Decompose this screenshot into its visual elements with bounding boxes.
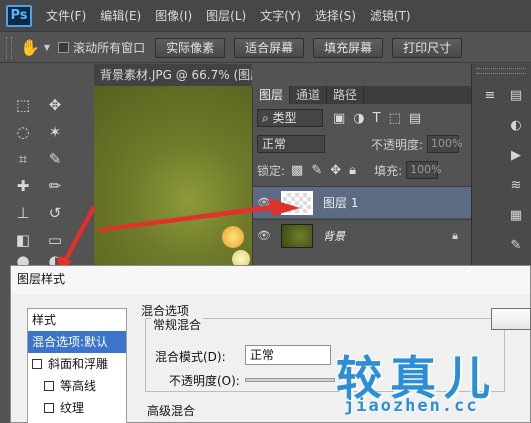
fill-label: 填充: bbox=[374, 163, 403, 178]
style-item-texture[interactable]: 纹理 bbox=[28, 397, 126, 419]
menu-layer[interactable]: 图层(L) bbox=[206, 7, 246, 24]
texture-checkbox[interactable] bbox=[44, 403, 54, 413]
move-tool-icon[interactable]: ✥ bbox=[44, 94, 66, 116]
visibility-eye-icon[interactable]: 👁︎ bbox=[253, 196, 275, 209]
history-panel-icon[interactable]: ▤ bbox=[506, 86, 526, 106]
fit-screen-button[interactable]: 适合屏幕 bbox=[234, 37, 305, 58]
document-canvas[interactable] bbox=[94, 86, 252, 276]
panel-dock: ≡ ▤ ◐ ▶ ≋ ▦ ✎ bbox=[471, 64, 531, 269]
layer-name: 背景 bbox=[323, 229, 345, 243]
blend-mode-label: 混合模式(D): bbox=[155, 350, 226, 364]
healing-brush-tool-icon[interactable]: ✚ bbox=[12, 175, 34, 197]
menu-edit[interactable]: 编辑(E) bbox=[100, 7, 141, 24]
blend-mode-dropdown[interactable]: 正常 bbox=[245, 345, 331, 365]
gradient-tool-icon[interactable]: ▭ bbox=[44, 229, 66, 251]
properties-panel-icon[interactable]: ▦ bbox=[506, 206, 526, 226]
styles-list: 样式 混合选项:默认 斜面和浮雕 等高线 纹理 bbox=[27, 308, 127, 423]
opacity-label: 不透明度: bbox=[371, 137, 424, 152]
pixel-filter-icon[interactable]: ▣ bbox=[333, 111, 345, 126]
watermark: 较真儿 jiaozhen.cc bbox=[326, 340, 531, 423]
actions-panel-icon[interactable]: ▶ bbox=[506, 146, 526, 166]
lock-icon: 🔒︎ bbox=[452, 228, 458, 242]
lock-image-icon[interactable]: ✎ bbox=[311, 163, 322, 178]
hand-tool-icon[interactable]: ✋ bbox=[20, 38, 40, 57]
style-item-contour[interactable]: 等高线 bbox=[28, 375, 126, 397]
toolbox: ⬚ ✥ ◌ ✶ ⌗ ✎ ✚ ✏ ⊥ ↺ ◧ ▭ ● ◐ bbox=[0, 64, 94, 274]
dialog-title: 图层样式 bbox=[11, 266, 530, 294]
menu-file[interactable]: 文件(F) bbox=[46, 7, 86, 24]
smart-object-filter-icon[interactable]: ▤ bbox=[409, 111, 421, 126]
bevel-emboss-checkbox[interactable] bbox=[32, 359, 42, 369]
visibility-eye-icon[interactable]: 👁︎ bbox=[253, 229, 275, 242]
crop-tool-icon[interactable]: ⌗ bbox=[12, 148, 34, 170]
layers-panel: 图层 通道 路径 ⌕ 类型 ▣ ◑ T ⬚ ▤ 正常 不透明度: 100% 锁定… bbox=[252, 86, 472, 266]
layer-kind-label: 类型 bbox=[272, 111, 297, 125]
lock-position-icon[interactable]: ✥ bbox=[330, 163, 341, 178]
tab-channels[interactable]: 通道 bbox=[290, 86, 328, 104]
brush-tool-icon[interactable]: ✏ bbox=[44, 175, 66, 197]
opacity-label: 不透明度(O): bbox=[169, 374, 240, 388]
menu-bar: Ps 文件(F) 编辑(E) 图像(I) 图层(L) 文字(Y) 选择(S) 滤… bbox=[0, 0, 531, 32]
dock-grip[interactable] bbox=[476, 68, 526, 74]
blend-mode-select[interactable]: 正常 bbox=[257, 135, 325, 153]
watermark-url: jiaozhen.cc bbox=[344, 396, 479, 416]
shape-filter-icon[interactable]: ⬚ bbox=[389, 111, 401, 126]
layer-row-layer1[interactable]: 👁︎ 图层 1 bbox=[253, 186, 472, 218]
fill-screen-button[interactable]: 填充屏幕 bbox=[313, 37, 384, 58]
magic-wand-tool-icon[interactable]: ✶ bbox=[44, 121, 66, 143]
layer-thumbnail bbox=[281, 223, 313, 248]
menu-image[interactable]: 图像(I) bbox=[155, 7, 192, 24]
options-bar: ✋ ▼ 滚动所有窗口 实际像素 适合屏幕 填充屏幕 打印尺寸 bbox=[0, 33, 531, 63]
style-item-label: 纹理 bbox=[60, 400, 85, 415]
layers-panel-tabs: 图层 通道 路径 bbox=[253, 86, 471, 104]
style-item-label: 等高线 bbox=[60, 378, 97, 393]
options-bar-grip[interactable] bbox=[6, 36, 12, 59]
styles-panel-icon[interactable]: ✎ bbox=[506, 236, 526, 256]
type-filter-icon[interactable]: T bbox=[373, 111, 381, 126]
contour-checkbox[interactable] bbox=[44, 381, 54, 391]
menu-select[interactable]: 选择(S) bbox=[315, 7, 356, 24]
tab-paths[interactable]: 路径 bbox=[327, 86, 365, 104]
scroll-all-windows-checkbox[interactable] bbox=[58, 42, 70, 53]
styles-header: 样式 bbox=[32, 312, 57, 327]
panel-menu-icon[interactable]: ≡ bbox=[480, 86, 500, 106]
opacity-slider[interactable] bbox=[245, 378, 335, 382]
advanced-blending-label: 高级混合 bbox=[147, 404, 196, 418]
lock-all-icon[interactable]: 🔒︎ bbox=[349, 163, 356, 178]
opacity-input[interactable]: 100% bbox=[427, 135, 463, 153]
tool-preset-dropdown-icon[interactable]: ▼ bbox=[44, 43, 50, 52]
layer-thumbnail bbox=[281, 190, 313, 215]
adjustment-filter-icon[interactable]: ◑ bbox=[353, 111, 364, 126]
menu-type[interactable]: 文字(Y) bbox=[260, 7, 301, 24]
photoshop-logo: Ps bbox=[6, 4, 32, 27]
lock-label: 锁定: bbox=[257, 163, 286, 178]
lasso-tool-icon[interactable]: ◌ bbox=[12, 121, 34, 143]
clone-stamp-tool-icon[interactable]: ⊥ bbox=[12, 202, 34, 224]
document-tab[interactable]: 背景素材.JPG @ 66.7% (图层 1 bbox=[94, 64, 252, 86]
general-blending-label: 常规混合 bbox=[151, 316, 204, 333]
actual-pixels-button[interactable]: 实际像素 bbox=[155, 37, 226, 58]
history-brush-tool-icon[interactable]: ↺ bbox=[44, 202, 66, 224]
print-size-button[interactable]: 打印尺寸 bbox=[392, 37, 463, 58]
adjustments-panel-icon[interactable]: ≋ bbox=[506, 176, 526, 196]
lock-transparent-icon[interactable]: ▩ bbox=[291, 163, 303, 178]
eyedropper-tool-icon[interactable]: ✎ bbox=[44, 148, 66, 170]
layer-kind-filter[interactable]: ⌕ 类型 bbox=[257, 109, 323, 127]
layer-name: 图层 1 bbox=[323, 196, 359, 210]
style-item-blending-options[interactable]: 混合选项:默认 bbox=[28, 331, 126, 353]
layer-row-background[interactable]: 👁︎ 背景 🔒︎ bbox=[253, 219, 472, 251]
ok-button[interactable] bbox=[491, 308, 531, 330]
color-panel-icon[interactable]: ◐ bbox=[506, 116, 526, 136]
scroll-all-windows-label: 滚动所有窗口 bbox=[73, 41, 146, 55]
marquee-tool-icon[interactable]: ⬚ bbox=[12, 94, 34, 116]
style-item-bevel-emboss[interactable]: 斜面和浮雕 bbox=[28, 353, 126, 375]
search-icon: ⌕ bbox=[262, 111, 273, 125]
flower-image-detail bbox=[222, 226, 244, 248]
style-item-label: 斜面和浮雕 bbox=[48, 356, 109, 371]
style-item-label: 混合选项:默认 bbox=[32, 334, 109, 349]
eraser-tool-icon[interactable]: ◧ bbox=[12, 229, 34, 251]
fill-input[interactable]: 100% bbox=[406, 161, 442, 179]
menu-filter[interactable]: 滤镜(T) bbox=[370, 7, 411, 24]
tab-layers[interactable]: 图层 bbox=[253, 86, 291, 104]
